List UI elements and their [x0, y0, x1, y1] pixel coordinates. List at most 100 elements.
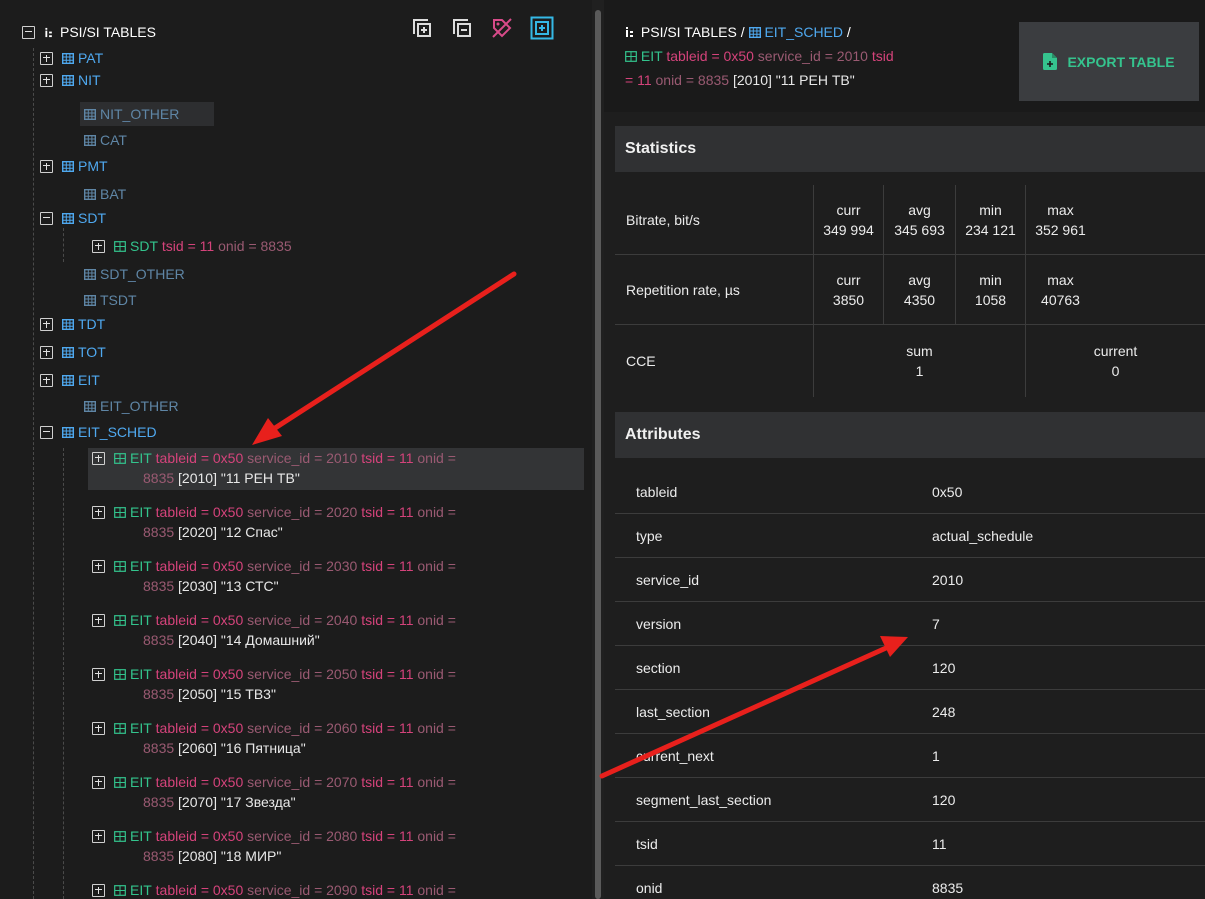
expand-icon[interactable]	[40, 373, 53, 387]
fit-view-button[interactable]	[530, 16, 554, 40]
expand-icon[interactable]	[40, 317, 53, 331]
collapse-icon[interactable]	[22, 25, 35, 39]
section-onid: 8835	[143, 794, 175, 810]
section-value: = 0x50	[200, 666, 244, 682]
section-value: = 0x50	[200, 882, 244, 898]
stats-row-cce: CCE sum 1 current 0	[615, 325, 1205, 397]
eit-section-item[interactable]: EIT tableid = 0x50 service_id = 2080 tsi…	[88, 826, 584, 868]
eit-section-item[interactable]: EIT tableid = 0x50 service_id = 2090 tsi…	[88, 880, 584, 899]
attributes-header: Attributes	[615, 412, 1205, 458]
tree-item-eit[interactable]: EIT	[40, 370, 100, 390]
section-onid: 8835	[143, 578, 175, 594]
section-value: = 11	[386, 612, 414, 628]
tree-item-sdt[interactable]: SDT	[40, 208, 106, 228]
section-value: =	[447, 720, 456, 736]
stat-value: 352 961	[1035, 221, 1086, 238]
section-key: service_id	[247, 882, 311, 898]
stat-value: 1	[915, 363, 924, 379]
expand-icon[interactable]	[92, 613, 105, 627]
section-value: =	[447, 558, 456, 574]
section-key: tableid	[155, 720, 197, 736]
expand-icon[interactable]	[40, 73, 53, 87]
eit-section-item[interactable]: EIT tableid = 0x50 service_id = 2050 tsi…	[88, 664, 584, 706]
splitter-grip[interactable]	[595, 10, 601, 899]
tree-item-pat[interactable]: PAT	[40, 48, 103, 68]
section-key: onid	[417, 504, 444, 520]
expand-icon[interactable]	[92, 239, 105, 253]
tree-item-tot[interactable]: TOT	[40, 342, 106, 362]
section-key: onid	[417, 774, 444, 790]
expand-icon[interactable]	[92, 559, 105, 573]
stat-value: 0	[1111, 363, 1120, 379]
section-value: =	[447, 882, 456, 898]
section-onid: 8835	[143, 524, 175, 540]
section-onid: 8835	[143, 848, 175, 864]
tree-item-nit[interactable]: NIT	[40, 70, 101, 90]
table-icon	[84, 294, 96, 306]
tree-item-tdt[interactable]: TDT	[40, 314, 105, 334]
tree-item-nit-other[interactable]: NIT_OTHER	[84, 104, 179, 124]
attribute-value: 120	[932, 660, 956, 676]
breadcrumb-table[interactable]: EIT_SCHED	[764, 24, 843, 40]
expand-icon[interactable]	[92, 829, 105, 843]
expand-icon[interactable]	[92, 721, 105, 735]
section-key: tableid	[155, 450, 197, 466]
section-value: = 11	[386, 504, 414, 520]
collapse-icon[interactable]	[40, 211, 53, 225]
tree-item-pmt[interactable]: PMT	[40, 156, 108, 176]
tree-item-cat[interactable]: CAT	[84, 130, 127, 150]
attribute-row: segment_last_section 120	[615, 778, 1205, 822]
attribute-value: 7	[932, 616, 940, 632]
section-key: tsid	[361, 774, 383, 790]
attribute-key: last_section	[636, 704, 710, 720]
expand-icon[interactable]	[40, 51, 53, 65]
eit-section-item[interactable]: EIT tableid = 0x50 service_id = 2030 tsi…	[88, 556, 584, 598]
section-icon	[114, 560, 126, 572]
expand-icon[interactable]	[92, 883, 105, 897]
eit-section-item[interactable]: EIT tableid = 0x50 service_id = 2010 tsi…	[88, 448, 584, 490]
stats-row-label: Repetition rate, µs	[626, 281, 740, 298]
section-key: tsid	[361, 504, 383, 520]
tree-item-sdt-child[interactable]: SDT tsid = 11 onid = 8835	[92, 236, 292, 256]
expand-icon[interactable]	[92, 505, 105, 519]
collapse-all-button[interactable]	[450, 16, 474, 40]
section-key: onid	[417, 882, 444, 898]
expand-icon[interactable]	[40, 159, 53, 173]
tree-item-bat[interactable]: BAT	[84, 184, 126, 204]
stat-cell-avg: avg 4350	[883, 255, 955, 324]
section-value: = 0x50	[200, 504, 244, 520]
tree-root-label: PSI/SI TABLES	[60, 24, 156, 40]
tree-item-eit-other[interactable]: EIT_OTHER	[84, 396, 179, 416]
section-key: onid	[417, 666, 444, 682]
section-service-name: [2050] "15 ТВ3"	[178, 686, 276, 702]
eit-section-item[interactable]: EIT tableid = 0x50 service_id = 2040 tsi…	[88, 610, 584, 652]
subtitle-value: = 0x50	[711, 48, 754, 64]
section-value: = 2090	[314, 882, 358, 898]
export-label: EXPORT TABLE	[1067, 53, 1175, 70]
tree-root[interactable]: PSI/SI TABLES	[22, 22, 156, 42]
stat-value: 3850	[832, 291, 865, 308]
tree-item-sdt-other[interactable]: SDT_OTHER	[84, 264, 185, 284]
section-value: = 0x50	[200, 720, 244, 736]
panel-splitter[interactable]	[592, 0, 604, 899]
section-key: tsid	[361, 828, 383, 844]
expand-icon[interactable]	[92, 667, 105, 681]
attribute-row: last_section 248	[615, 690, 1205, 734]
section-key: service_id	[247, 774, 311, 790]
attribute-key: onid	[636, 880, 663, 896]
expand-icon[interactable]	[92, 775, 105, 789]
expand-icon[interactable]	[40, 345, 53, 359]
section-type: EIT	[130, 774, 152, 790]
expand-all-button[interactable]	[410, 16, 434, 40]
export-table-button[interactable]: EXPORT TABLE	[1019, 22, 1199, 101]
eit-section-item[interactable]: EIT tableid = 0x50 service_id = 2020 tsi…	[88, 502, 584, 544]
collapse-all-icon	[453, 19, 471, 37]
breadcrumb-root[interactable]: PSI/SI TABLES	[641, 24, 737, 40]
tree-item-tsdt[interactable]: TSDT	[84, 290, 137, 310]
expand-icon[interactable]	[92, 451, 105, 465]
tree-item-eit-sched[interactable]: EIT_SCHED	[40, 422, 157, 442]
eit-section-item[interactable]: EIT tableid = 0x50 service_id = 2060 tsi…	[88, 718, 584, 760]
eit-section-item[interactable]: EIT tableid = 0x50 service_id = 2070 tsi…	[88, 772, 584, 814]
collapse-icon[interactable]	[40, 425, 53, 439]
filter-off-button[interactable]	[490, 16, 514, 40]
